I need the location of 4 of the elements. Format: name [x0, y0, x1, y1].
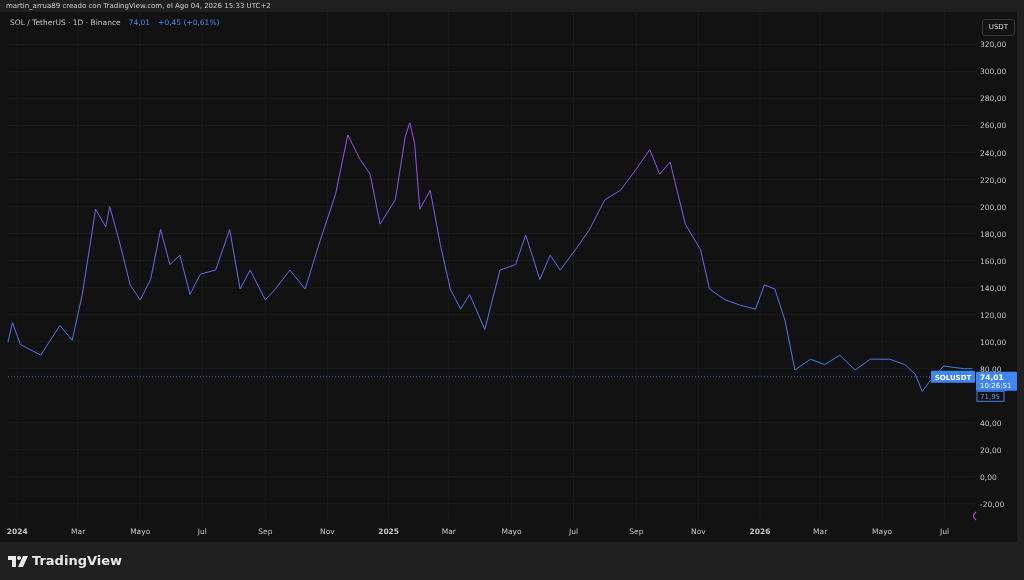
brand-name: TradingView: [32, 552, 123, 571]
price-tag-background: [976, 371, 1017, 391]
arc-icon: [972, 511, 977, 521]
logo-icon: [8, 555, 28, 567]
